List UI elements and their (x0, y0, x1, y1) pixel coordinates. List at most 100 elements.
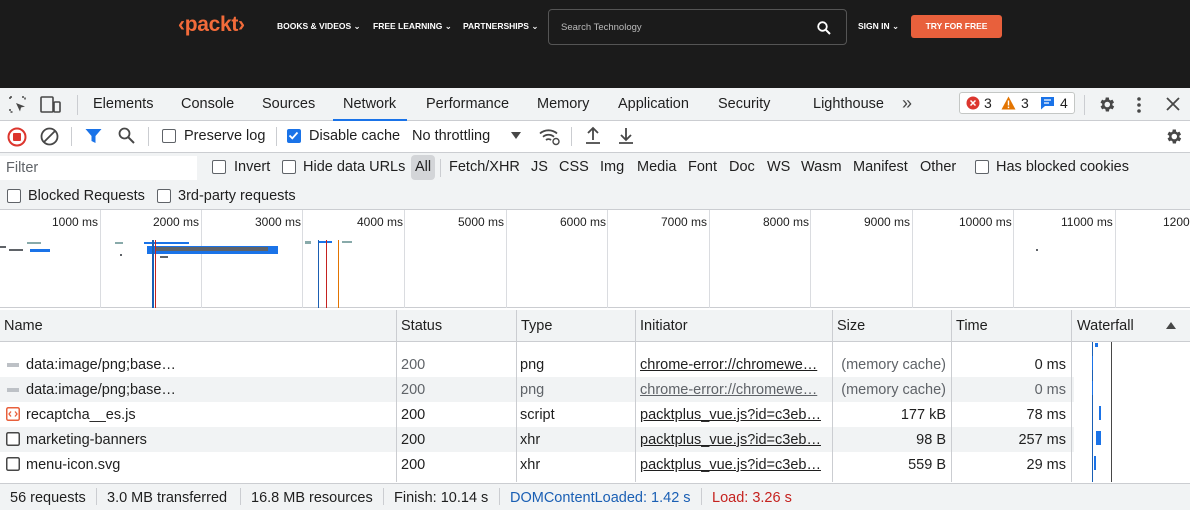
tab-sources[interactable]: Sources (262, 96, 315, 112)
sign-in-link[interactable]: SIGN IN ⌄ (858, 21, 899, 32)
tab-security[interactable]: Security (718, 96, 770, 112)
search-icon[interactable] (817, 21, 831, 35)
divider (499, 488, 500, 505)
chevron-down-icon: ⌄ (892, 21, 900, 31)
column-divider[interactable] (635, 310, 636, 482)
transferred-size: 3.0 MB transferred (107, 490, 228, 506)
request-initiator-link[interactable]: packtplus_vue.js?id=c3eb… (640, 432, 828, 448)
type-filter-js[interactable]: JS (531, 159, 548, 175)
column-status[interactable]: Status (401, 318, 442, 334)
packt-logo[interactable]: ‹packt› (178, 13, 245, 37)
tab-performance[interactable]: Performance (426, 96, 509, 112)
request-time: 0 ms (1034, 382, 1066, 398)
column-divider[interactable] (951, 310, 952, 482)
filter-icon[interactable] (85, 128, 102, 144)
tab-console[interactable]: Console (181, 96, 234, 112)
document-icon (6, 457, 20, 471)
request-bar (1036, 249, 1038, 251)
column-initiator[interactable]: Initiator (640, 318, 688, 334)
type-filter-font[interactable]: Font (688, 159, 717, 175)
request-bar (156, 247, 268, 251)
invert-checkbox[interactable] (212, 160, 226, 174)
table-row[interactable]: data:image/png;base… 200 png chrome-erro… (0, 352, 1074, 377)
network-settings-icon[interactable] (1164, 127, 1183, 146)
try-for-free-button[interactable]: TRY FOR FREE (911, 15, 1002, 38)
column-size[interactable]: Size (837, 318, 865, 334)
request-type: script (520, 407, 555, 423)
divider (571, 127, 572, 146)
disable-cache-checkbox[interactable] (287, 129, 301, 143)
table-row[interactable]: recaptcha__es.js 200 script packtplus_vu… (0, 402, 1074, 427)
column-type[interactable]: Type (521, 318, 552, 334)
export-har-icon[interactable] (618, 126, 634, 145)
device-toolbar-icon[interactable] (40, 95, 61, 114)
column-divider[interactable] (832, 310, 833, 482)
timeline-tick: 1200 (1163, 215, 1190, 229)
column-time[interactable]: Time (956, 318, 988, 334)
table-row[interactable]: data:image/png;base… 200 png chrome-erro… (0, 377, 1074, 402)
tab-elements[interactable]: Elements (93, 96, 153, 112)
hide-data-urls-checkbox[interactable] (282, 160, 296, 174)
type-filter-img[interactable]: Img (600, 159, 624, 175)
throttling-select[interactable]: No throttling (412, 128, 490, 144)
type-filter-media[interactable]: Media (637, 159, 677, 175)
settings-gear-icon[interactable] (1097, 95, 1116, 114)
close-icon[interactable] (1166, 97, 1180, 111)
request-initiator-link[interactable]: chrome-error://chromewe… (640, 382, 828, 398)
preserve-log-checkbox[interactable] (162, 129, 176, 143)
type-filter-all[interactable]: All (415, 159, 431, 175)
nav-free-learning[interactable]: FREE LEARNING ⌄ (373, 21, 452, 32)
type-filter-fetch-xhr[interactable]: Fetch/XHR (449, 159, 520, 175)
clear-icon[interactable] (40, 127, 59, 146)
script-icon (6, 407, 20, 421)
type-filter-ws[interactable]: WS (767, 159, 790, 175)
tab-memory[interactable]: Memory (537, 96, 589, 112)
request-initiator-link[interactable]: packtplus_vue.js?id=c3eb… (640, 457, 828, 473)
request-name: data:image/png;base… (26, 357, 176, 373)
issues-counter[interactable]: 3 3 4 (959, 92, 1075, 114)
dom-content-loaded-time: DOMContentLoaded: 1.42 s (510, 490, 691, 506)
blocked-requests-checkbox[interactable] (7, 189, 21, 203)
request-initiator-link[interactable]: chrome-error://chromewe… (640, 357, 828, 373)
search-icon[interactable] (118, 127, 135, 144)
type-filter-doc[interactable]: Doc (729, 159, 755, 175)
request-bar (9, 249, 23, 251)
import-har-icon[interactable] (585, 126, 601, 145)
table-row[interactable]: menu-icon.svg 200 xhr packtplus_vue.js?i… (0, 452, 1074, 477)
request-size: 559 B (908, 457, 946, 473)
has-blocked-cookies-checkbox[interactable] (975, 160, 989, 174)
nav-books-videos[interactable]: BOOKS & VIDEOS ⌄ (277, 21, 361, 32)
error-icon (966, 96, 980, 110)
blocked-requests-label: Blocked Requests (28, 188, 145, 204)
column-divider[interactable] (396, 310, 397, 482)
request-size: (memory cache) (841, 382, 946, 398)
column-divider[interactable] (1071, 310, 1072, 482)
request-type: png (520, 357, 545, 373)
chevron-down-icon: ⌄ (353, 21, 361, 31)
type-filter-manifest[interactable]: Manifest (853, 159, 908, 175)
column-name[interactable]: Name (4, 318, 43, 334)
tab-application[interactable]: Application (618, 96, 689, 112)
column-divider[interactable] (516, 310, 517, 482)
table-row[interactable]: marketing-banners 200 xhr packtplus_vue.… (0, 427, 1074, 452)
type-filter-wasm[interactable]: Wasm (801, 159, 842, 175)
tab-network[interactable]: Network (343, 96, 396, 112)
tab-lighthouse[interactable]: Lighthouse (813, 96, 884, 112)
request-initiator-link[interactable]: packtplus_vue.js?id=c3eb… (640, 407, 828, 423)
grid-line (302, 210, 303, 308)
inspect-element-icon[interactable] (8, 95, 27, 114)
dropdown-arrow-icon[interactable] (511, 132, 521, 139)
site-search-input[interactable]: Search Technology (548, 9, 847, 45)
column-waterfall[interactable]: Waterfall (1077, 318, 1134, 334)
type-filter-css[interactable]: CSS (559, 159, 589, 175)
network-conditions-icon[interactable] (539, 127, 560, 146)
more-tabs-icon[interactable]: » (902, 93, 912, 114)
error-count: 3 (984, 95, 992, 111)
record-stop-icon[interactable] (7, 127, 27, 147)
third-party-requests-checkbox[interactable] (157, 189, 171, 203)
nav-partnerships[interactable]: PARTNERSHIPS ⌄ (463, 21, 538, 32)
load-marker (326, 240, 327, 308)
more-options-icon[interactable] (1135, 96, 1143, 114)
type-filter-other[interactable]: Other (920, 159, 956, 175)
sort-ascending-icon[interactable] (1166, 322, 1176, 329)
